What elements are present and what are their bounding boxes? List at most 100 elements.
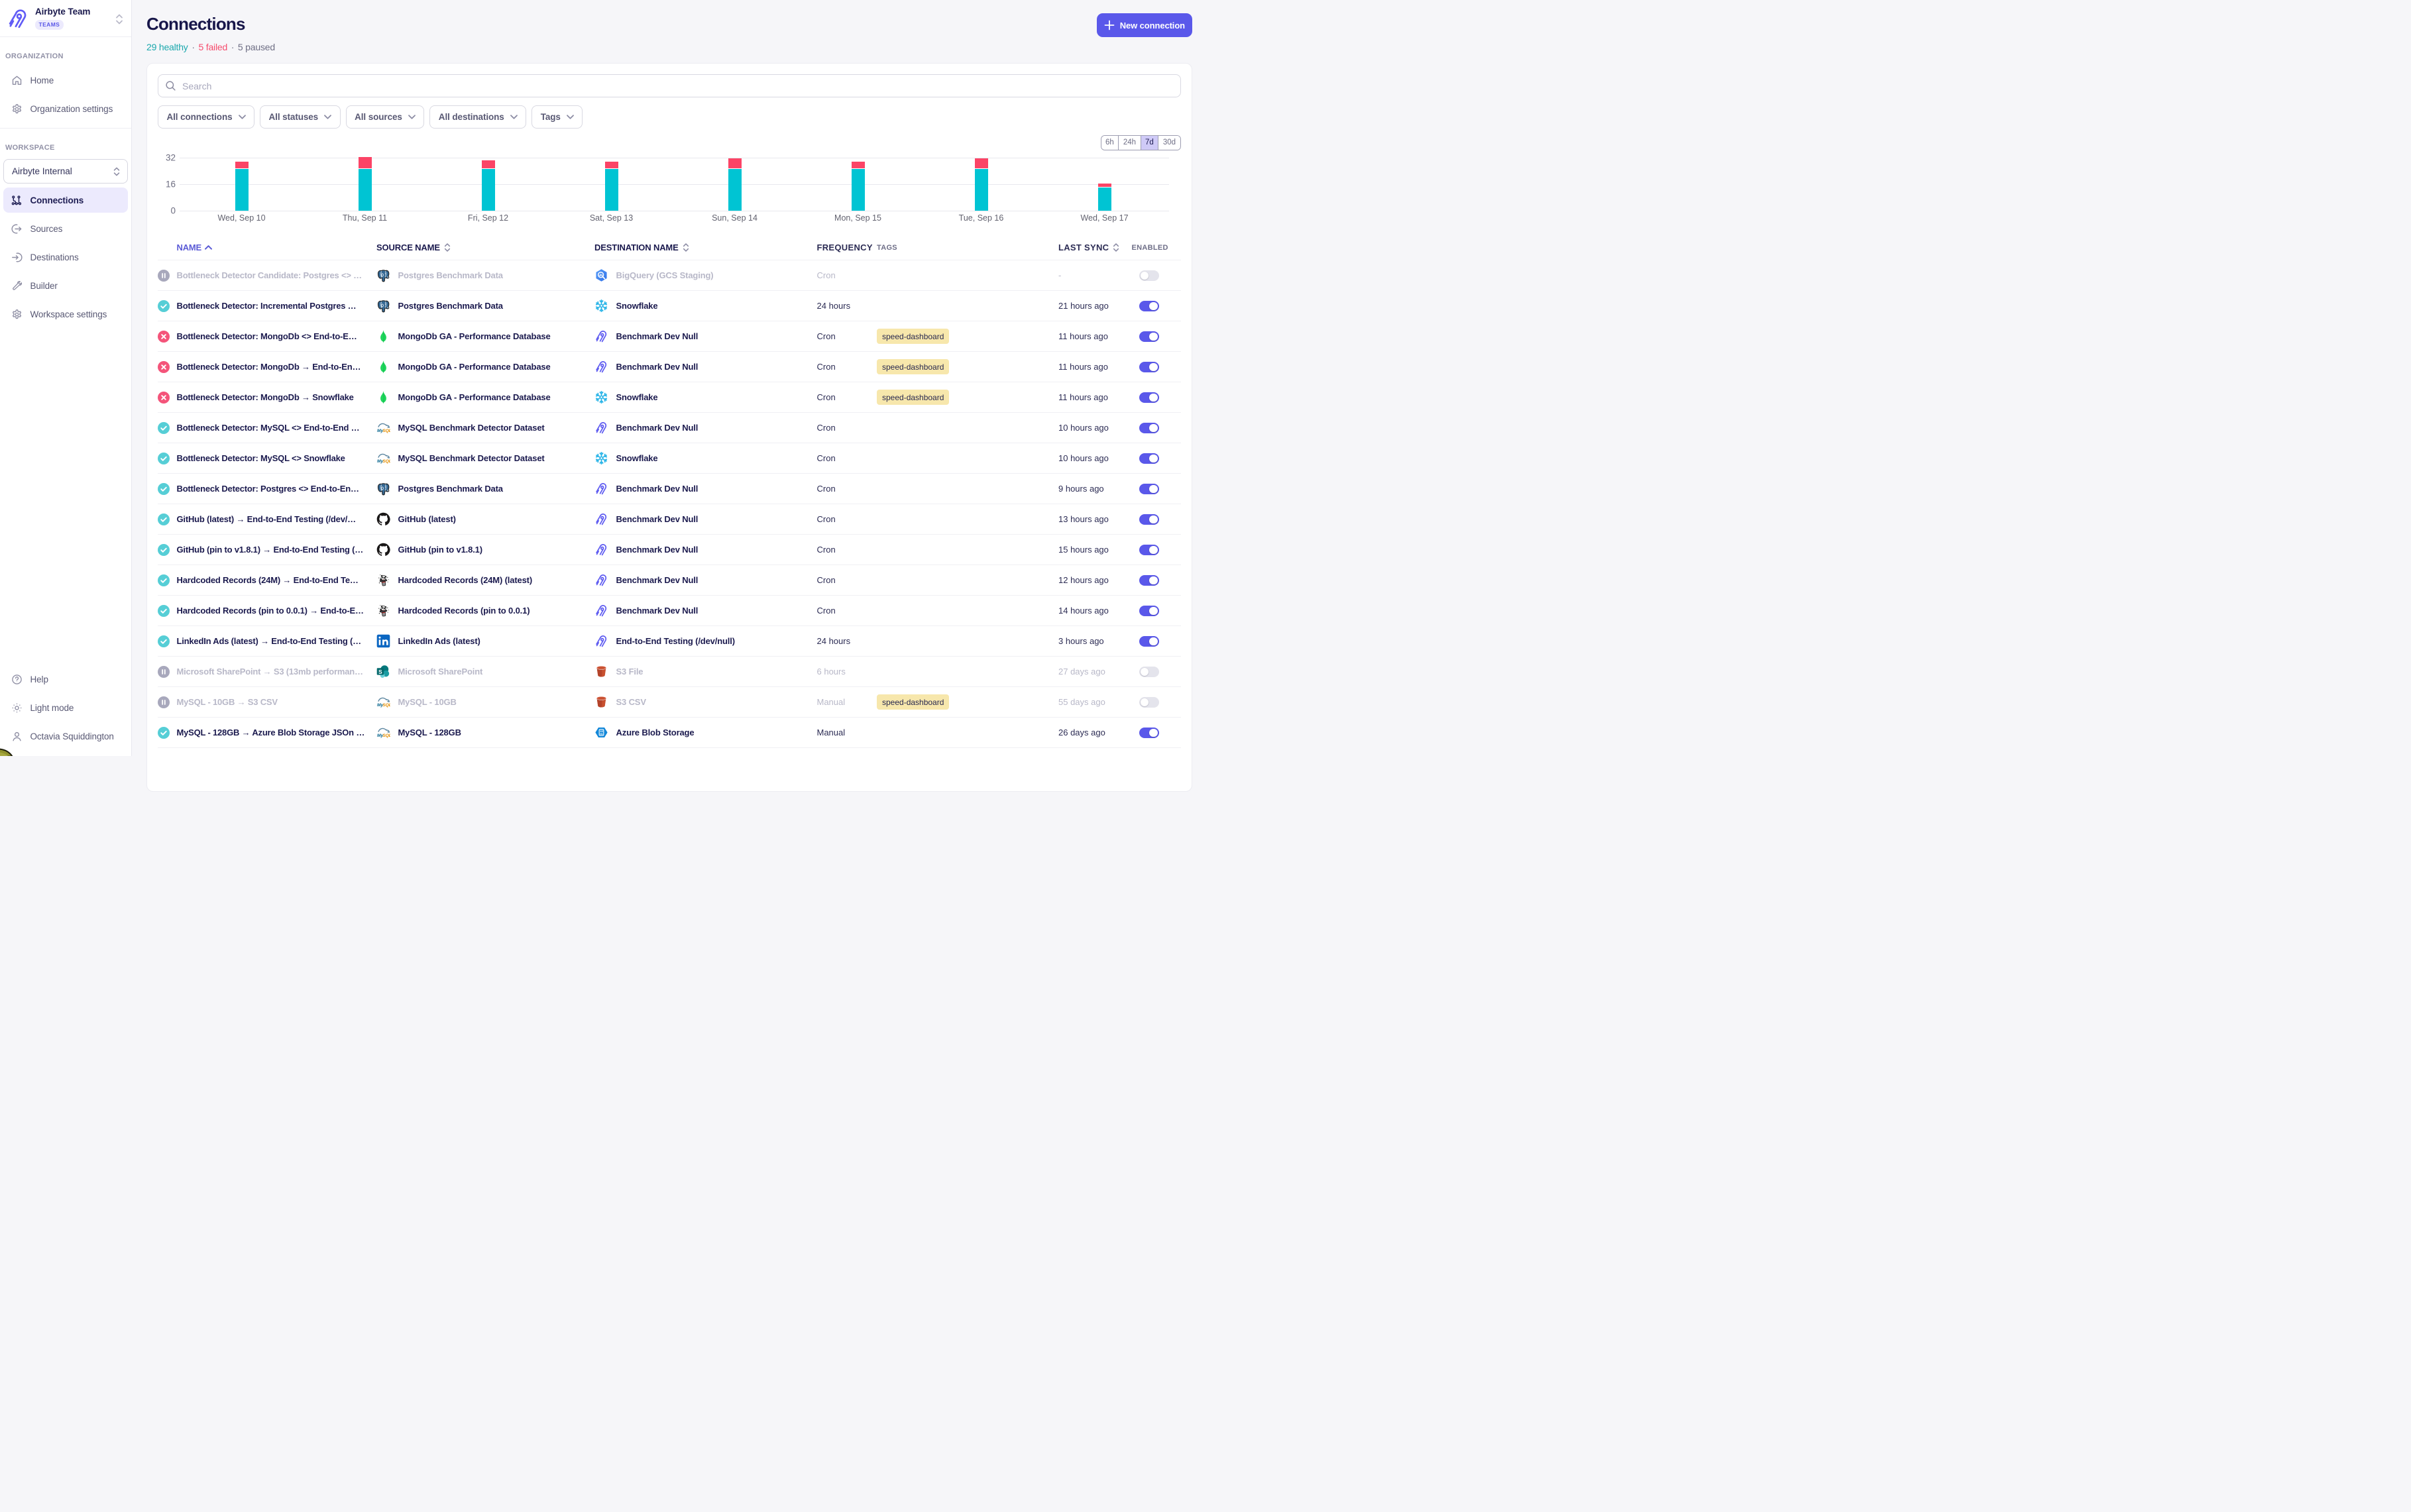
enabled-toggle[interactable] bbox=[1139, 728, 1159, 739]
org-switcher[interactable]: Airbyte Team TEAMS bbox=[0, 0, 131, 37]
sidebar-item-user[interactable]: Octavia Squiddington bbox=[3, 724, 128, 749]
sidebar-item-connections[interactable]: Connections bbox=[3, 188, 128, 213]
mongodb-icon bbox=[376, 360, 390, 374]
enabled-toggle[interactable] bbox=[1139, 636, 1159, 647]
svg-text:SQL: SQL bbox=[382, 460, 390, 464]
enabled-toggle[interactable] bbox=[1139, 392, 1159, 404]
connection-frequency: Manual bbox=[817, 728, 877, 737]
sidebar-item-light-mode[interactable]: Light mode bbox=[3, 696, 128, 721]
connection-source: MySQLMySQL Benchmark Detector Dataset bbox=[376, 451, 594, 465]
enabled-toggle[interactable] bbox=[1139, 575, 1159, 586]
table-row[interactable]: Bottleneck Detector: MongoDb → End-to-En… bbox=[158, 351, 1181, 382]
enabled-toggle[interactable] bbox=[1139, 545, 1159, 556]
sidebar-item-destinations[interactable]: Destinations bbox=[3, 244, 128, 270]
sidebar-item-sources[interactable]: Sources bbox=[3, 216, 128, 241]
chart-xtick-label: Fri, Sep 12 bbox=[468, 213, 508, 223]
chart-bar[interactable] bbox=[1098, 184, 1111, 211]
paused-status-icon bbox=[158, 270, 177, 282]
enabled-toggle[interactable] bbox=[1139, 453, 1159, 464]
enabled-toggle[interactable] bbox=[1139, 331, 1159, 343]
sidebar-item-home[interactable]: Home bbox=[3, 68, 128, 93]
table-row[interactable]: Bottleneck Detector: Incremental Postgre… bbox=[158, 290, 1181, 321]
enabled-toggle[interactable] bbox=[1139, 606, 1159, 617]
enabled-toggle[interactable] bbox=[1139, 301, 1159, 312]
table-row[interactable]: MySQL - 128GB → Azure Blob Storage JSOn … bbox=[158, 717, 1181, 747]
search-input[interactable] bbox=[182, 81, 1174, 91]
table-row[interactable]: Bottleneck Detector: MongoDb <> End-to-E… bbox=[158, 321, 1181, 351]
svg-text:S: S bbox=[378, 669, 382, 675]
connection-destination: Benchmark Dev Null bbox=[594, 512, 817, 526]
new-connection-button[interactable]: New connection bbox=[1097, 13, 1192, 37]
chart-bar[interactable] bbox=[482, 160, 495, 211]
column-header-name[interactable]: NAME bbox=[177, 243, 377, 252]
mysql-icon: MySQL bbox=[376, 451, 390, 465]
connection-destination: Snowflake bbox=[594, 390, 817, 404]
sidebar-item-organization-settings[interactable]: Organization settings bbox=[3, 96, 128, 121]
workspace-select[interactable]: Airbyte Internal bbox=[3, 159, 128, 184]
octavia-easter-egg[interactable] bbox=[0, 747, 15, 756]
chevron-down-icon bbox=[408, 115, 416, 119]
connection-name: Bottleneck Detector: MySQL <> End-to-End… bbox=[177, 423, 377, 433]
table-row[interactable]: Microsoft SharePoint → S3 (13mb performa… bbox=[158, 656, 1181, 686]
table-row[interactable]: MySQL - 10GB → S3 CSV MySQLMySQL - 10GB … bbox=[158, 686, 1181, 717]
connection-last-sync: - bbox=[1058, 270, 1132, 280]
filter-all-connections[interactable]: All connections bbox=[158, 105, 254, 129]
chart-bar[interactable] bbox=[359, 157, 372, 211]
sidebar-item-workspace-settings[interactable]: Workspace settings bbox=[3, 301, 128, 327]
airbyte-icon bbox=[594, 482, 608, 496]
connection-name: Hardcoded Records (24M) → End-to-End Te… bbox=[177, 575, 377, 585]
chart-bar[interactable] bbox=[975, 158, 988, 211]
sun-icon bbox=[11, 702, 23, 714]
table-row[interactable]: Hardcoded Records (pin to 0.0.1) → End-t… bbox=[158, 595, 1181, 625]
connection-destination: Benchmark Dev Null bbox=[594, 482, 817, 496]
connection-frequency: 24 hours bbox=[817, 301, 877, 311]
sharepoint-icon: S bbox=[376, 665, 390, 678]
filter-tags[interactable]: Tags bbox=[532, 105, 583, 129]
sidebar-item-help[interactable]: Help bbox=[3, 667, 128, 692]
table-row[interactable]: Bottleneck Detector: MongoDb → Snowflake… bbox=[158, 382, 1181, 412]
enabled-toggle[interactable] bbox=[1139, 667, 1159, 678]
sidebar-item-label: Organization settings bbox=[30, 104, 113, 114]
table-row[interactable]: Hardcoded Records (24M) → End-to-End Te…… bbox=[158, 565, 1181, 595]
range-option-7d[interactable]: 7d bbox=[1141, 136, 1159, 150]
column-header-source[interactable]: SOURCE NAME bbox=[376, 243, 594, 252]
connection-source: MongoDb GA - Performance Database bbox=[376, 390, 594, 404]
range-option-24h[interactable]: 24h bbox=[1119, 136, 1141, 150]
chart-bar[interactable] bbox=[728, 158, 742, 211]
table-row[interactable]: GitHub (pin to v1.8.1) → End-to-End Test… bbox=[158, 534, 1181, 565]
org-nav: Home Organization settings bbox=[0, 68, 131, 125]
stat-separator: · bbox=[192, 42, 194, 52]
sidebar-item-builder[interactable]: Builder bbox=[3, 273, 128, 298]
chart-bar[interactable] bbox=[235, 162, 249, 211]
enabled-toggle[interactable] bbox=[1139, 484, 1159, 495]
table-row[interactable]: LinkedIn Ads (latest) → End-to-End Testi… bbox=[158, 625, 1181, 656]
chart-bar[interactable] bbox=[852, 162, 865, 211]
table-row[interactable]: Bottleneck Detector: MySQL <> Snowflake … bbox=[158, 443, 1181, 473]
enabled-toggle[interactable] bbox=[1139, 270, 1159, 282]
chart-bar[interactable] bbox=[605, 162, 618, 211]
range-option-6h[interactable]: 6h bbox=[1101, 136, 1119, 150]
enabled-toggle[interactable] bbox=[1139, 514, 1159, 525]
filter-all-destinations[interactable]: All destinations bbox=[429, 105, 526, 129]
enabled-toggle[interactable] bbox=[1139, 423, 1159, 434]
column-header-last-sync[interactable]: LAST SYNC bbox=[1058, 243, 1132, 252]
enabled-toggle[interactable] bbox=[1139, 362, 1159, 373]
paused-status-icon bbox=[158, 666, 177, 678]
sidebar: Airbyte Team TEAMS ORGANIZATION Home Org… bbox=[0, 0, 132, 756]
table-row[interactable]: Bottleneck Detector Candidate: Postgres … bbox=[158, 260, 1181, 290]
sort-asc-icon bbox=[205, 245, 212, 250]
filter-all-statuses[interactable]: All statuses bbox=[260, 105, 341, 129]
column-header-destination[interactable]: DESTINATION NAME bbox=[594, 243, 817, 252]
airbyte-logo-icon bbox=[7, 7, 29, 30]
table-row[interactable]: GitHub (latest) → End-to-End Testing (/d… bbox=[158, 504, 1181, 534]
enabled-toggle[interactable] bbox=[1139, 697, 1159, 708]
healthy-status-icon bbox=[158, 483, 177, 495]
new-connection-label: New connection bbox=[1120, 21, 1185, 30]
table-row[interactable]: Bottleneck Detector: MySQL <> End-to-End… bbox=[158, 412, 1181, 443]
connection-destination: Benchmark Dev Null bbox=[594, 543, 817, 557]
connection-destination: Snowflake bbox=[594, 299, 817, 313]
table-row[interactable]: Bottleneck Detector: Postgres <> End-to-… bbox=[158, 473, 1181, 504]
snowflake-icon bbox=[594, 299, 608, 313]
filter-all-sources[interactable]: All sources bbox=[346, 105, 425, 129]
range-option-30d[interactable]: 30d bbox=[1158, 136, 1180, 150]
